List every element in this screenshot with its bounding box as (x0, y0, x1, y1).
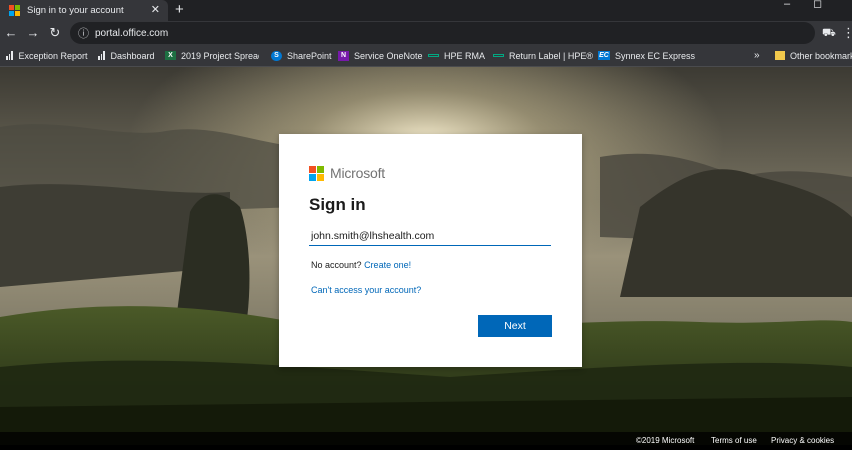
bookmark-label: Dashboard (110, 50, 155, 61)
sharepoint-icon: S (271, 50, 282, 61)
tab-close-icon[interactable]: ✕ (151, 3, 160, 16)
browser-toolbar: ← → ↻ ⓘ portal.office.com ⛟ ⋮ (0, 21, 852, 45)
copyright-text: ©2019 Microsoft (636, 436, 695, 445)
page-footer: ©2019 Microsoft Terms of use Privacy & c… (0, 432, 852, 445)
back-button[interactable]: ← (0, 21, 22, 45)
bookmark-2019-project-spreadsheet[interactable]: X 2019 Project Spreads (165, 45, 259, 66)
microsoft-favicon-icon (9, 5, 20, 16)
bookmarks-bar: Exception Report Dashboard X 2019 Projec… (0, 45, 852, 67)
email-field[interactable] (309, 226, 551, 246)
hpe-icon (493, 54, 504, 57)
bookmark-label: Service OneNote (354, 50, 423, 61)
forward-button[interactable]: → (22, 21, 44, 45)
hpe-icon (428, 54, 439, 57)
ec-icon: EC (598, 51, 610, 60)
bookmark-exception-report[interactable]: Exception Report (6, 45, 88, 66)
bookmark-label: Exception Report (18, 50, 88, 61)
terms-of-use-link[interactable]: Terms of use (711, 432, 757, 450)
new-tab-button[interactable]: + (175, 0, 184, 19)
bookmark-hpe-rma[interactable]: HPE RMA (428, 45, 485, 66)
privacy-cookies-link[interactable]: Privacy & cookies (771, 432, 834, 450)
browser-tab[interactable]: Sign in to your account ✕ (0, 0, 168, 21)
bookmark-service-onenote[interactable]: N Service OneNote (338, 45, 423, 66)
bookmarks-overflow-button[interactable]: » (754, 45, 760, 66)
page-title: Sign in (309, 195, 366, 214)
minimize-button[interactable]: – (784, 0, 790, 10)
bookmark-label: SharePoint (287, 50, 332, 61)
site-info-icon[interactable]: ⓘ (78, 25, 89, 41)
extension-icon[interactable]: ⛟ (822, 21, 836, 45)
signin-card: Microsoft Sign in No account? Create one… (279, 134, 582, 367)
excel-icon: X (165, 51, 176, 60)
tab-title: Sign in to your account (27, 5, 124, 16)
bookmark-label: HPE RMA (444, 50, 486, 61)
bookmark-label: Synnex EC Express (615, 50, 696, 61)
address-bar[interactable]: ⓘ portal.office.com (70, 22, 815, 44)
bookmark-return-label-hpe[interactable]: Return Label | HPE® (493, 45, 593, 66)
bookmark-label: 2019 Project Spreads (181, 50, 259, 61)
bookmark-label: Return Label | HPE® (509, 50, 594, 61)
bar-chart-icon (98, 51, 106, 60)
no-account-text: No account? Create one! (311, 260, 411, 270)
other-bookmarks-folder[interactable]: Other bookmarks (775, 45, 852, 66)
address-url[interactable]: portal.office.com (95, 28, 168, 39)
reload-button[interactable]: ↻ (44, 21, 66, 45)
no-account-label: No account? (311, 260, 362, 270)
bookmark-sharepoint[interactable]: S SharePoint (271, 45, 332, 66)
microsoft-wordmark: Microsoft (330, 165, 385, 181)
bookmark-synnex-ec-express[interactable]: EC Synnex EC Express (598, 45, 695, 66)
bar-chart-icon (6, 51, 14, 60)
create-account-link[interactable]: Create one! (364, 260, 411, 270)
bookmark-dashboard[interactable]: Dashboard (98, 45, 155, 66)
next-button[interactable]: Next (478, 315, 552, 337)
onenote-icon: N (338, 50, 349, 61)
maximize-button[interactable]: ◻ (813, 0, 822, 10)
folder-icon (775, 51, 785, 60)
other-bookmarks-label: Other bookmarks (790, 50, 852, 61)
microsoft-brand: Microsoft (309, 165, 385, 181)
tab-strip: Sign in to your account ✕ + – ◻ (0, 0, 852, 21)
browser-menu-icon[interactable]: ⋮ (842, 21, 852, 45)
cant-access-account-link[interactable]: Can't access your account? (311, 285, 421, 295)
microsoft-logo-icon (309, 165, 324, 181)
